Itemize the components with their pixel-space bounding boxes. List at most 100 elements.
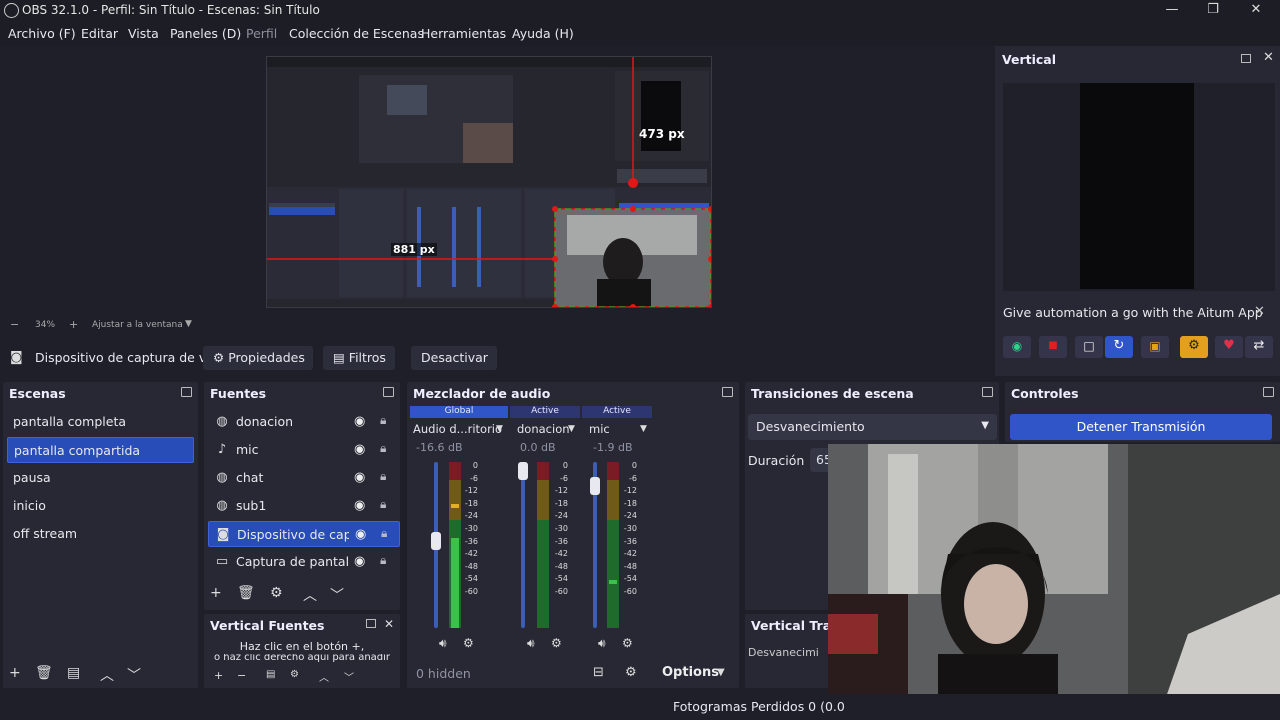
record-live-icon[interactable]: ◉	[1003, 336, 1031, 358]
menu-ayuda[interactable]: Ayuda (H)	[512, 26, 574, 41]
trash-icon[interactable]: 🗑	[35, 665, 53, 681]
eye-icon[interactable]: ◉	[354, 554, 365, 569]
chevron-down-icon[interactable]: ▼	[185, 319, 192, 329]
chevron-down-icon[interactable]: ▼	[496, 424, 503, 434]
scene-item[interactable]: off stream	[7, 521, 194, 547]
minimize-button[interactable]: —	[1152, 0, 1192, 22]
heart-icon[interactable]: ♥	[1215, 336, 1243, 358]
close-dock-icon[interactable]: ✕	[1263, 50, 1274, 65]
remove-icon[interactable]: −	[237, 669, 246, 682]
eye-icon[interactable]: ◉	[354, 470, 365, 485]
eye-icon[interactable]: ◉	[354, 442, 365, 457]
lock-icon[interactable]: 🔒︎	[380, 441, 386, 456]
fit-window-label[interactable]: Ajustar a la ventana	[92, 320, 183, 330]
add-icon[interactable]: +	[9, 665, 21, 681]
channel-settings-icon[interactable]: ⚙	[551, 636, 562, 650]
lock-icon[interactable]: 🔒︎	[381, 526, 387, 541]
share-icon[interactable]: ⇄	[1245, 336, 1273, 358]
square-icon[interactable]: □	[1075, 336, 1103, 358]
move-down-icon[interactable]: ﹀	[127, 665, 141, 685]
float-dock-icon[interactable]	[722, 387, 733, 397]
float-dock-icon[interactable]	[1263, 387, 1274, 397]
add-icon[interactable]: +	[214, 669, 223, 682]
channel-settings-icon[interactable]: ⚙	[622, 636, 633, 650]
preview-canvas[interactable]: 473 px 881 px	[266, 56, 712, 308]
menu-vista[interactable]: Vista	[128, 26, 159, 41]
menu-perfil[interactable]: Perfil	[246, 26, 277, 41]
stop-stream-button[interactable]: Detener Transmisión	[1010, 414, 1272, 440]
lock-icon[interactable]: 🔒︎	[380, 469, 386, 484]
maximize-button[interactable]: ❐	[1193, 0, 1233, 22]
close-dock-icon[interactable]: ✕	[384, 617, 394, 631]
vertical-preview[interactable]	[1003, 83, 1275, 291]
channel-settings-icon[interactable]: ⚙	[463, 636, 474, 650]
stop-icon[interactable]: ■	[1039, 336, 1067, 358]
eye-icon[interactable]: ◉	[354, 498, 365, 513]
source-item[interactable]: ♪ mic ◉ 🔒︎	[208, 437, 400, 463]
move-down-icon[interactable]: ﹀	[330, 585, 344, 605]
fader-knob[interactable]	[518, 462, 528, 480]
move-up-icon[interactable]: ︿	[319, 669, 329, 684]
channel-name[interactable]: mic	[589, 422, 610, 436]
source-item[interactable]: ▭ Captura de pantalla ◉ 🔒︎	[208, 549, 400, 575]
filter-icon[interactable]: ▤	[266, 669, 275, 680]
close-banner-icon[interactable]: ✕	[1254, 304, 1265, 319]
float-dock-icon[interactable]	[181, 387, 192, 397]
add-icon[interactable]: +	[210, 585, 222, 601]
chevron-down-icon[interactable]: ▼	[568, 424, 575, 434]
eye-icon[interactable]: ◉	[355, 527, 366, 542]
fader-knob[interactable]	[590, 477, 600, 495]
speaker-icon[interactable]: 🔊︎	[598, 636, 606, 651]
source-item-selected[interactable]: ◙ Dispositivo de captu ◉ 🔒︎	[208, 521, 400, 547]
speaker-icon[interactable]: 🔊︎	[527, 636, 535, 651]
chevron-down-icon[interactable]: ▼	[717, 667, 725, 678]
volume-fader[interactable]	[521, 462, 525, 628]
advanced-audio-icon[interactable]: ⚙	[625, 665, 637, 680]
menu-coleccion-escenas[interactable]: Colección de Escenas	[289, 26, 424, 41]
transition-select[interactable]: Desvanecimiento ▼	[748, 414, 997, 440]
gear-icon[interactable]: ⚙	[1180, 336, 1208, 358]
lock-icon[interactable]: 🔒︎	[380, 497, 386, 512]
float-dock-icon[interactable]	[383, 387, 394, 397]
lock-icon[interactable]: 🔒︎	[380, 553, 386, 568]
refresh-icon[interactable]: ↻	[1105, 336, 1133, 358]
source-item[interactable]: ◍ chat ◉ 🔒︎	[208, 465, 400, 491]
speaker-icon[interactable]: 🔊︎	[439, 636, 447, 651]
menu-herramientas[interactable]: Herramientas	[421, 26, 506, 41]
gear-icon[interactable]: ⚙	[270, 585, 283, 601]
gear-icon[interactable]: ⚙	[290, 669, 299, 680]
deactivate-button[interactable]: Desactivar	[411, 346, 497, 370]
zoom-out-button[interactable]: −	[10, 318, 19, 331]
properties-button[interactable]: ⚙ Propiedades	[203, 346, 313, 370]
filters-button[interactable]: ▤ Filtros	[323, 346, 395, 370]
scene-item[interactable]: pausa	[7, 465, 194, 491]
move-up-icon[interactable]: ︿	[303, 585, 317, 605]
vertical-transition-select[interactable]: Desvanecimi	[748, 648, 828, 662]
source-item[interactable]: ◍ donacion ◉ 🔒︎	[208, 409, 400, 435]
filter-icon[interactable]: ▤	[67, 665, 80, 681]
trash-icon[interactable]: 🗑	[237, 585, 255, 601]
scene-item-selected[interactable]: pantalla compartida	[7, 437, 194, 463]
close-window-button[interactable]: ✕	[1236, 0, 1276, 22]
menu-paneles[interactable]: Paneles (D)	[170, 26, 241, 41]
float-dock-icon[interactable]	[982, 387, 993, 397]
cast-icon[interactable]: ▣	[1141, 336, 1169, 358]
menu-archivo[interactable]: Archivo (F)	[8, 26, 76, 41]
layout-icon[interactable]: ⊟	[593, 665, 604, 680]
scene-item[interactable]: inicio	[7, 493, 194, 519]
move-down-icon[interactable]: ﹀	[344, 669, 354, 684]
channel-name[interactable]: donacion	[517, 422, 570, 436]
chevron-down-icon[interactable]: ▼	[640, 424, 647, 434]
scene-item[interactable]: pantalla completa	[7, 409, 194, 435]
fader-knob[interactable]	[431, 532, 441, 550]
channel-name[interactable]: Audio d...ritorio	[413, 422, 502, 436]
float-dock-icon[interactable]	[1241, 54, 1251, 63]
float-dock-icon[interactable]	[366, 619, 376, 628]
lock-icon[interactable]: 🔒︎	[380, 413, 386, 428]
mixer-options-button[interactable]: Options	[662, 665, 719, 680]
hidden-count[interactable]: 0 hidden	[416, 666, 471, 681]
menu-editar[interactable]: Editar	[81, 26, 118, 41]
move-up-icon[interactable]: ︿	[100, 665, 114, 685]
eye-icon[interactable]: ◉	[354, 414, 365, 429]
zoom-in-button[interactable]: +	[69, 318, 78, 331]
